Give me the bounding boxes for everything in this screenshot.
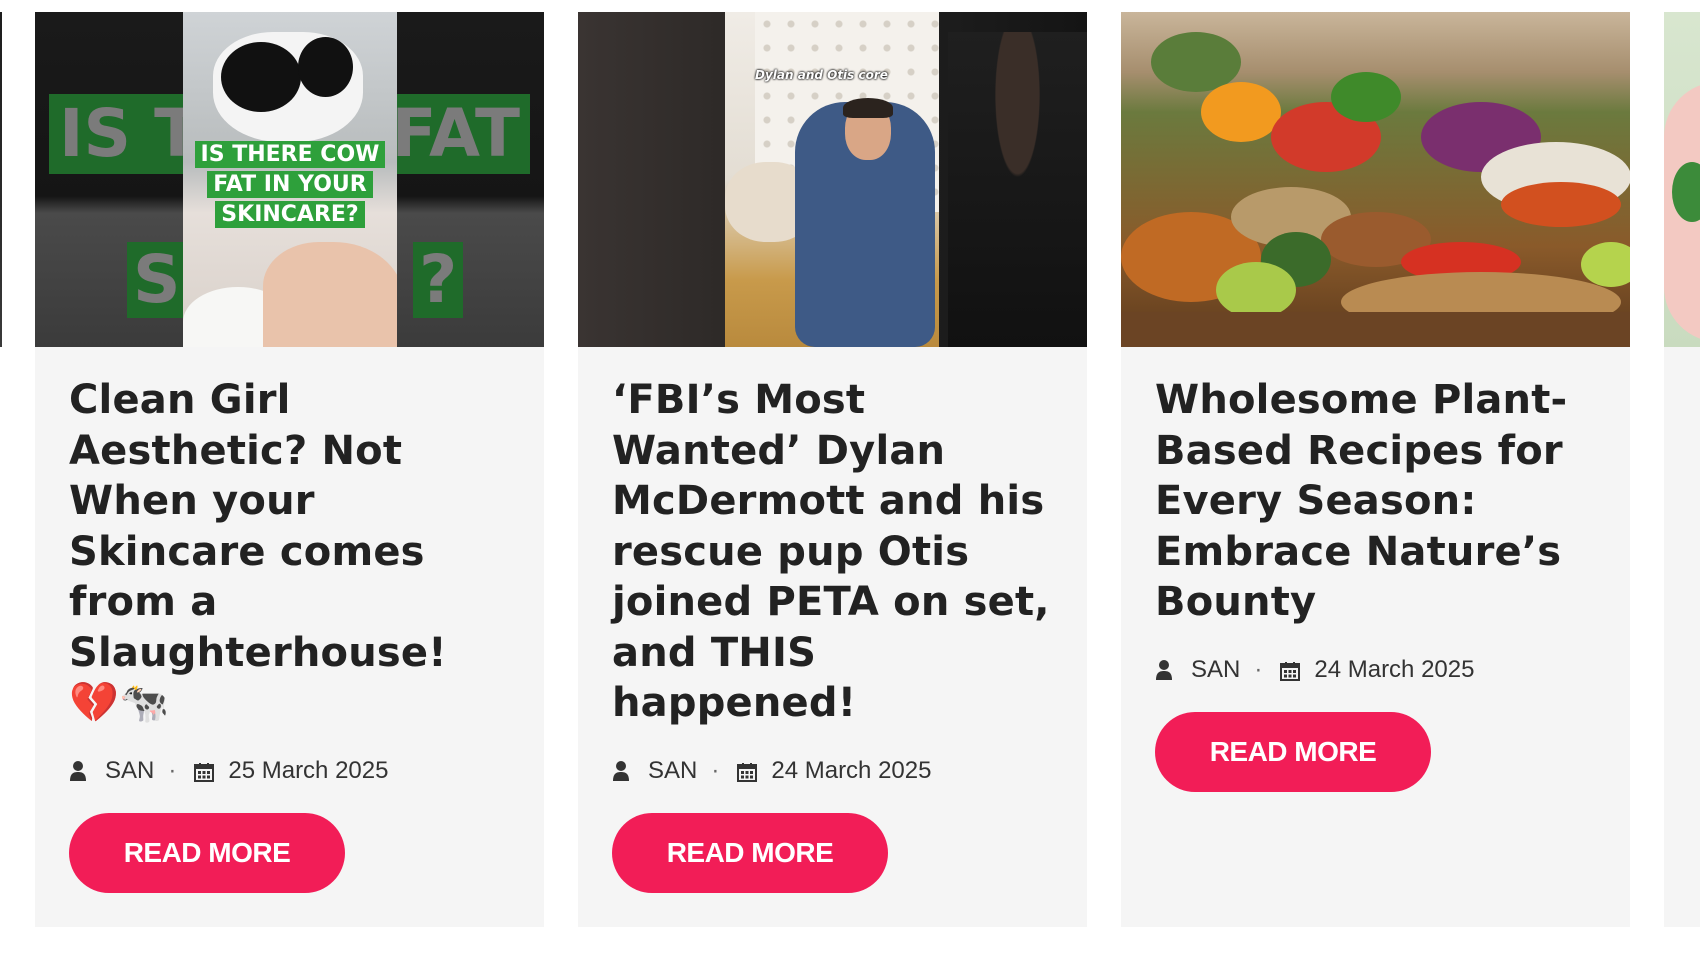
previous-card-edge[interactable] — [0, 12, 2, 347]
thumbnail-center-frame: Dylan and Otis core — [725, 12, 939, 347]
thumbnail-bg-text: ? — [413, 242, 464, 318]
read-more-button[interactable]: READ MORE — [1155, 711, 1431, 792]
post-author[interactable]: SAN — [1191, 656, 1240, 684]
read-more-button[interactable]: READ MORE — [69, 812, 345, 893]
post-card: Dylan and Otis core ‘FBI’s Most Wanted’ … — [578, 12, 1087, 927]
hand-image — [263, 242, 397, 347]
thumbnail-center-frame: IS THERE COW FAT IN YOUR SKINCARE? — [183, 12, 397, 347]
calendar-icon — [194, 761, 215, 782]
meta-separator: · — [1254, 655, 1263, 683]
man-hair-image — [843, 98, 893, 118]
thumbnail-bg-text: FAT — [381, 94, 530, 174]
thumbnail-caption: Dylan and Otis core — [755, 68, 888, 82]
post-card: IS TH FAT S ? IS THERE COW FAT IN YOUR S… — [35, 12, 544, 927]
thumbnail-bg-text: S — [127, 242, 187, 318]
post-date: 24 March 2025 — [771, 756, 932, 784]
post-card: Wholesome Plant-Based Recipes for Every … — [1121, 12, 1630, 927]
table-image — [1121, 312, 1630, 347]
post-meta: SAN · 24 March 2025 — [612, 751, 1053, 791]
post-meta: SAN · 24 March 2025 — [1155, 650, 1596, 690]
card-body: ‘FBI’s Most Wanted’ Dylan McDermott and … — [578, 347, 1087, 893]
post-thumbnail[interactable] — [1664, 12, 1700, 347]
post-author[interactable]: SAN — [105, 757, 154, 785]
calendar-icon — [737, 761, 758, 782]
read-more-button[interactable]: READ MORE — [612, 812, 888, 893]
post-meta: SAN · 25 March 2025 — [69, 751, 510, 791]
card-body: Wholesome Plant-Based Recipes for Every … — [1121, 347, 1630, 792]
lime-image — [1216, 262, 1296, 318]
post-thumbnail[interactable]: Dylan and Otis core — [578, 12, 1087, 347]
post-thumbnail[interactable] — [1121, 12, 1630, 347]
next-post-card[interactable] — [1664, 12, 1700, 927]
post-title[interactable]: ‘FBI’s Most Wanted’ Dylan McDermott and … — [612, 375, 1053, 729]
post-date: 25 March 2025 — [228, 756, 389, 784]
post-carousel: IS TH FAT S ? IS THERE COW FAT IN YOUR S… — [0, 0, 1700, 956]
post-title[interactable]: Clean Girl Aesthetic? Not When your Skin… — [69, 375, 510, 729]
person-icon — [1155, 659, 1173, 681]
post-date: 24 March 2025 — [1314, 655, 1475, 683]
pepper-image — [1201, 82, 1281, 142]
card-body: Clean Girl Aesthetic? Not When your Skin… — [35, 347, 544, 893]
post-author[interactable]: SAN — [648, 757, 697, 785]
person-icon — [612, 760, 630, 782]
broccoli-image — [1331, 72, 1401, 122]
salad-image — [1501, 182, 1621, 227]
calendar-icon — [1280, 660, 1301, 681]
meta-separator: · — [168, 756, 177, 784]
man-silhouette-image — [948, 32, 1087, 347]
person-icon — [69, 760, 87, 782]
post-thumbnail[interactable]: IS TH FAT S ? IS THERE COW FAT IN YOUR S… — [35, 12, 544, 347]
post-title[interactable]: Wholesome Plant-Based Recipes for Every … — [1155, 375, 1596, 628]
thumbnail-overlay-text: IS THERE COW FAT IN YOUR SKINCARE? — [189, 140, 391, 230]
cow-image — [213, 32, 363, 142]
meta-separator: · — [711, 756, 720, 784]
